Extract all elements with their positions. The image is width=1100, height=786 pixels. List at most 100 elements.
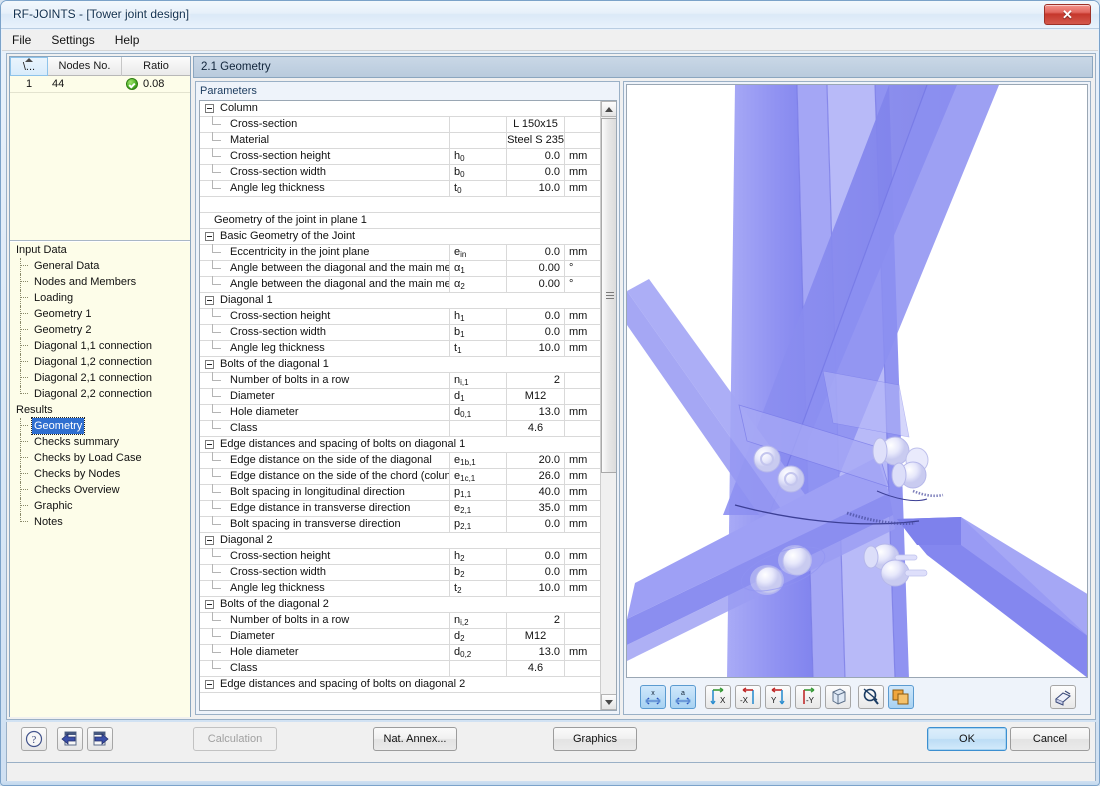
row-value[interactable]: 40.0 bbox=[507, 485, 565, 500]
sidebar-item-general-data[interactable]: General Data bbox=[10, 258, 190, 274]
row-value[interactable]: 10.0 bbox=[507, 341, 565, 356]
row-value[interactable]: 10.0 bbox=[507, 181, 565, 196]
ok-button[interactable]: OK bbox=[927, 727, 1007, 751]
column-header-no[interactable]: \... bbox=[10, 57, 48, 76]
table-group-row[interactable]: Bolts of the diagonal 2 bbox=[200, 597, 602, 613]
table-group-row[interactable]: Bolts of the diagonal 1 bbox=[200, 357, 602, 373]
sidebar-item-nodes-and-members[interactable]: Nodes and Members bbox=[10, 274, 190, 290]
table-row[interactable]: Angle leg thickness t0 10.0 mm bbox=[200, 180, 602, 197]
row-value[interactable]: 13.0 bbox=[507, 405, 565, 420]
isometric-view-icon[interactable] bbox=[825, 685, 851, 709]
row-value[interactable]: 0.0 bbox=[507, 325, 565, 340]
row-value[interactable]: 35.0 bbox=[507, 501, 565, 516]
row-value[interactable]: 20.0 bbox=[507, 453, 565, 468]
parameters-scrollbar[interactable] bbox=[600, 101, 616, 710]
sidebar-item-geometry-2[interactable]: Geometry 2 bbox=[10, 322, 190, 338]
row-value[interactable]: 13.0 bbox=[507, 645, 565, 660]
sidebar-item-diagonal-1-2-connection[interactable]: Diagonal 1,2 connection bbox=[10, 354, 190, 370]
row-value[interactable]: 4.6 bbox=[507, 421, 565, 436]
table-row[interactable]: Cross-section height h2 0.0 mm bbox=[200, 548, 602, 565]
sidebar-item-diagonal-2-2-connection[interactable]: Diagonal 2,2 connection bbox=[10, 386, 190, 402]
table-row[interactable]: Class 4.6 bbox=[200, 660, 602, 677]
row-value[interactable]: L 150x15 bbox=[507, 117, 565, 132]
row-value[interactable]: 2 bbox=[507, 613, 565, 628]
column-header-ratio[interactable]: Ratio bbox=[122, 57, 190, 76]
help-icon[interactable]: ? bbox=[21, 727, 47, 751]
scroll-up-button[interactable] bbox=[601, 101, 616, 117]
menu-item-file[interactable]: File bbox=[2, 30, 41, 50]
table-group-row[interactable]: Diagonal 1 bbox=[200, 293, 602, 309]
table-group-row[interactable]: Column bbox=[200, 101, 602, 117]
nat-annex-button[interactable]: Nat. Annex... bbox=[373, 727, 457, 751]
table-row[interactable]: Bolt spacing in longitudinal direction p1… bbox=[200, 484, 602, 501]
table-group-row[interactable]: Edge distances and spacing of bolts on d… bbox=[200, 437, 602, 453]
row-value[interactable]: Steel S 235 bbox=[507, 133, 565, 148]
table-row[interactable]: Hole diameter d0,2 13.0 mm bbox=[200, 644, 602, 661]
row-value[interactable]: 26.0 bbox=[507, 469, 565, 484]
sidebar-item-diagonal-1-1-connection[interactable]: Diagonal 1,1 connection bbox=[10, 338, 190, 354]
render-mode-icon[interactable] bbox=[888, 685, 914, 709]
printer-icon[interactable] bbox=[1050, 685, 1076, 709]
column-header-nodes-no[interactable]: Nodes No. bbox=[48, 57, 122, 76]
table-row[interactable]: Cross-section height h0 0.0 mm bbox=[200, 148, 602, 165]
table-row[interactable]: Angle between the diagonal and the main … bbox=[200, 276, 602, 293]
sidebar-item-geometry[interactable]: Geometry bbox=[10, 417, 190, 435]
zoom-fit-x-icon[interactable]: x bbox=[640, 685, 666, 709]
menu-item-settings[interactable]: Settings bbox=[41, 30, 104, 50]
row-value[interactable]: 0.00 bbox=[507, 261, 565, 276]
sidebar-item-graphic[interactable]: Graphic bbox=[10, 498, 190, 514]
table-row[interactable]: Geometry of the joint in plane 1 bbox=[200, 213, 602, 229]
row-value[interactable]: M12 bbox=[507, 629, 565, 644]
table-row[interactable]: Hole diameter d0,1 13.0 mm bbox=[200, 404, 602, 421]
row-value[interactable]: 0.0 bbox=[507, 549, 565, 564]
table-row[interactable]: Edge distance on the side of the chord (… bbox=[200, 468, 602, 485]
graphics-button[interactable]: Graphics bbox=[553, 727, 637, 751]
sidebar-item-checks-by-nodes[interactable]: Checks by Nodes bbox=[10, 466, 190, 482]
next-arrow-icon[interactable] bbox=[87, 727, 113, 751]
view-negative-y-icon[interactable]: -Y bbox=[795, 685, 821, 709]
row-value[interactable]: 4.6 bbox=[507, 661, 565, 676]
row-value[interactable]: 0.0 bbox=[507, 565, 565, 580]
3d-model-view[interactable] bbox=[626, 84, 1088, 678]
view-y-icon[interactable]: Y bbox=[765, 685, 791, 709]
table-row[interactable] bbox=[200, 197, 602, 213]
zoom-reset-icon[interactable] bbox=[858, 685, 884, 709]
table-group-row[interactable]: Edge distances and spacing of bolts on d… bbox=[200, 677, 602, 693]
previous-arrow-icon[interactable] bbox=[57, 727, 83, 751]
table-row[interactable]: Diameter d1 M12 bbox=[200, 388, 602, 405]
table-group-row[interactable]: Basic Geometry of the Joint bbox=[200, 229, 602, 245]
table-row[interactable]: Cross-section width b0 0.0 mm bbox=[200, 164, 602, 181]
zoom-fit-all-icon[interactable]: a bbox=[670, 685, 696, 709]
menu-item-help[interactable]: Help bbox=[105, 30, 150, 50]
sidebar-item-checks-overview[interactable]: Checks Overview bbox=[10, 482, 190, 498]
table-row[interactable]: Class 4.6 bbox=[200, 420, 602, 437]
table-row[interactable]: Angle between the diagonal and the main … bbox=[200, 260, 602, 277]
table-row[interactable]: Cross-section width b2 0.0 mm bbox=[200, 564, 602, 581]
table-row[interactable]: 1 44 0.08 bbox=[10, 76, 190, 93]
table-row[interactable]: Cross-section height h1 0.0 mm bbox=[200, 308, 602, 325]
table-row[interactable]: Angle leg thickness t1 10.0 mm bbox=[200, 340, 602, 357]
row-value[interactable]: 0.00 bbox=[507, 277, 565, 292]
row-value[interactable]: 10.0 bbox=[507, 581, 565, 596]
table-row[interactable]: Diameter d2 M12 bbox=[200, 628, 602, 645]
sidebar-item-loading[interactable]: Loading bbox=[10, 290, 190, 306]
row-value[interactable]: 2 bbox=[507, 373, 565, 388]
row-value[interactable]: M12 bbox=[507, 389, 565, 404]
table-row[interactable]: Eccentricity in the joint plane ein 0.0 mm bbox=[200, 244, 602, 261]
scroll-down-button[interactable] bbox=[601, 694, 616, 710]
row-value[interactable]: 0.0 bbox=[507, 149, 565, 164]
table-row[interactable]: Number of bolts in a row ni,1 2 bbox=[200, 372, 602, 389]
row-value[interactable]: 0.0 bbox=[507, 517, 565, 532]
row-value[interactable]: 0.0 bbox=[507, 309, 565, 324]
sidebar-item-notes[interactable]: Notes bbox=[10, 514, 190, 530]
close-button[interactable]: ✕ bbox=[1044, 4, 1091, 25]
table-group-row[interactable]: Diagonal 2 bbox=[200, 533, 602, 549]
sidebar-item-diagonal-2-1-connection[interactable]: Diagonal 2,1 connection bbox=[10, 370, 190, 386]
table-row[interactable]: Cross-section L 150x15 bbox=[200, 116, 602, 133]
calculation-button[interactable]: Calculation bbox=[193, 727, 277, 751]
sidebar-item-checks-summary[interactable]: Checks summary bbox=[10, 434, 190, 450]
sidebar-item-checks-by-load-case[interactable]: Checks by Load Case bbox=[10, 450, 190, 466]
table-row[interactable]: Bolt spacing in transverse direction p2,1… bbox=[200, 516, 602, 533]
table-row[interactable]: Cross-section width b1 0.0 mm bbox=[200, 324, 602, 341]
row-value[interactable]: 0.0 bbox=[507, 245, 565, 260]
